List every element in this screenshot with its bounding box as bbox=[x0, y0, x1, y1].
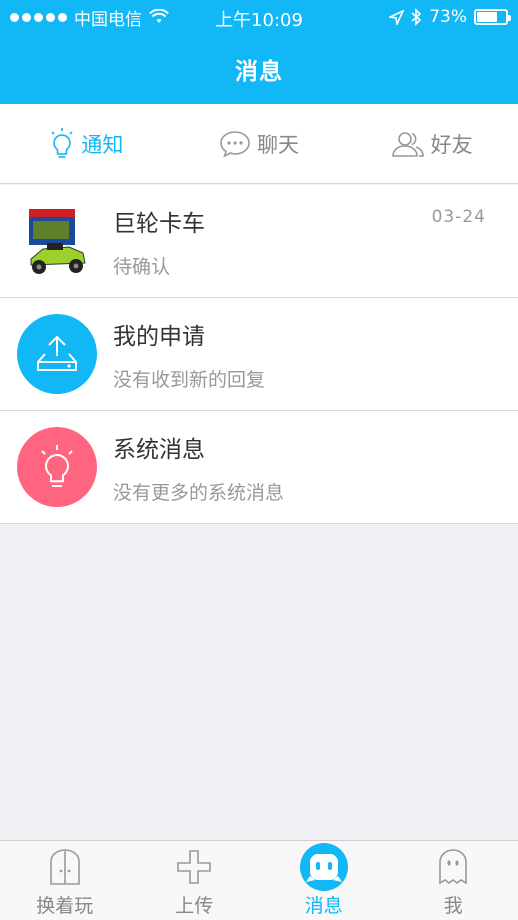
signal-strength-icon bbox=[10, 12, 67, 22]
message-subtitle: 没有更多的系统消息 bbox=[113, 481, 285, 504]
carrier-label: 中国电信 bbox=[74, 9, 142, 30]
location-arrow-icon bbox=[389, 9, 405, 25]
wifi-icon bbox=[149, 9, 169, 23]
tabbar-label: 换着玩 bbox=[36, 895, 94, 917]
friends-icon bbox=[391, 131, 424, 157]
bottom-tab-bar: 换着玩 上传 消息 我 bbox=[0, 840, 518, 920]
list-item[interactable]: 我的申请 没有收到新的回复 bbox=[0, 298, 518, 411]
message-subtitle: 待确认 bbox=[113, 255, 171, 278]
tab-label: 聊天 bbox=[257, 132, 299, 157]
avatar bbox=[16, 314, 97, 394]
robot-face-icon bbox=[299, 843, 348, 891]
tabbar-label: 消息 bbox=[304, 895, 343, 917]
message-title: 我的申请 bbox=[113, 323, 205, 350]
tab-chat[interactable]: 聊天 bbox=[173, 129, 346, 159]
header: 中国电信 上午10:09 73% 消息 bbox=[0, 0, 518, 104]
tab-notifications[interactable]: 通知 bbox=[0, 127, 173, 161]
message-title: 系统消息 bbox=[113, 436, 205, 463]
tab-label: 好友 bbox=[430, 132, 473, 157]
tabbar-item-swap[interactable]: 换着玩 bbox=[0, 841, 130, 920]
upload-tray-icon bbox=[36, 335, 77, 371]
message-date: 03-24 bbox=[431, 207, 486, 227]
status-time: 上午10:09 bbox=[215, 10, 303, 31]
toy-truck-thumbnail bbox=[28, 209, 86, 274]
battery-fill bbox=[477, 12, 498, 22]
tabbar-label: 我 bbox=[443, 895, 463, 917]
bluetooth-icon bbox=[411, 8, 422, 26]
plus-icon bbox=[177, 850, 212, 884]
tab-label: 通知 bbox=[81, 132, 124, 157]
tab-friends[interactable]: 好友 bbox=[345, 129, 518, 159]
lightbulb-icon bbox=[51, 127, 73, 158]
tabbar-item-messages[interactable]: 消息 bbox=[259, 841, 389, 920]
message-list: 巨轮卡车 待确认 03-24 我的申请 没有收到新的回复 系统消息 没有更多的系… bbox=[0, 185, 518, 524]
tabbar-label: 上传 bbox=[175, 895, 214, 917]
door-icon bbox=[49, 849, 80, 885]
ghost-icon bbox=[439, 849, 468, 885]
tabbar-item-me[interactable]: 我 bbox=[389, 841, 518, 920]
page-title: 消息 bbox=[235, 59, 283, 85]
list-item[interactable]: 系统消息 没有更多的系统消息 bbox=[0, 411, 518, 524]
chat-bubble-icon bbox=[220, 130, 250, 158]
message-subtitle: 没有收到新的回复 bbox=[113, 368, 266, 391]
list-item[interactable]: 巨轮卡车 待确认 03-24 bbox=[0, 185, 518, 298]
battery-icon bbox=[474, 9, 511, 25]
battery-percent: 73% bbox=[429, 7, 467, 27]
tabbar-item-upload[interactable]: 上传 bbox=[130, 841, 260, 920]
avatar bbox=[16, 427, 97, 507]
segment-tabs: 通知 聊天 好友 bbox=[0, 104, 518, 184]
status-bar: 中国电信 上午10:09 73% bbox=[0, 0, 518, 34]
lightbulb-icon bbox=[40, 445, 73, 487]
